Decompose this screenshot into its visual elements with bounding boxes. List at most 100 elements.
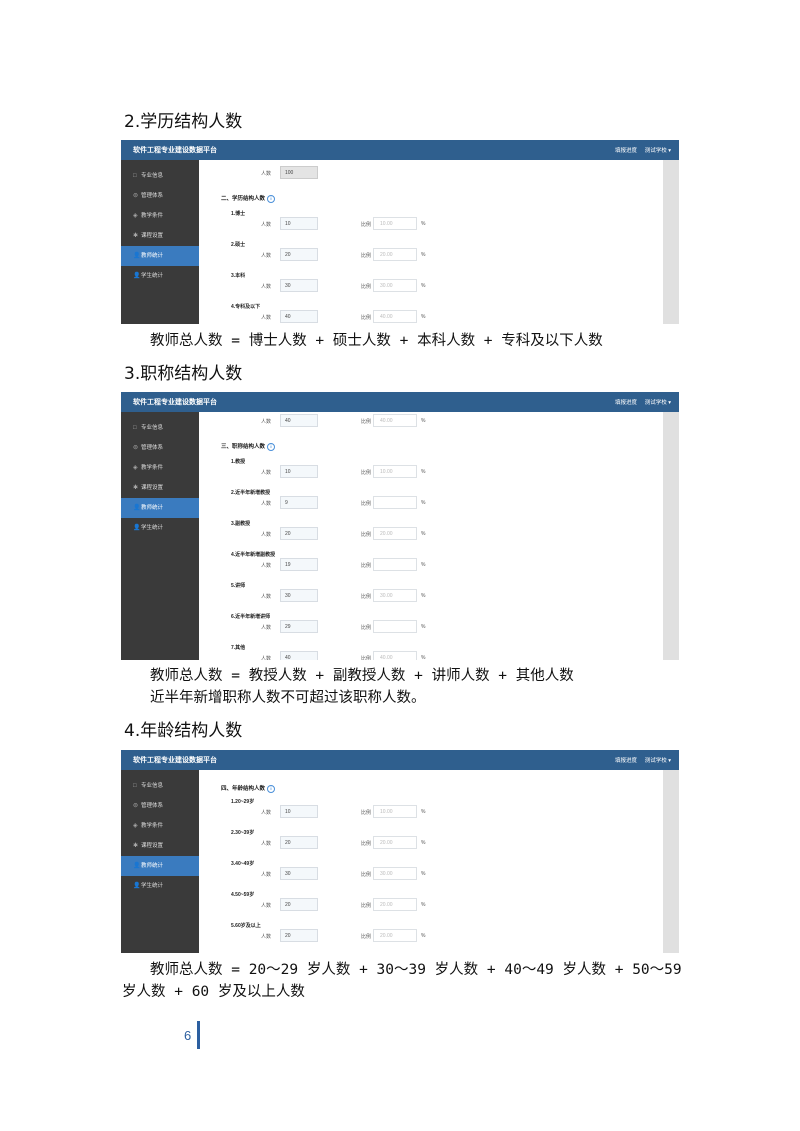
sidebar-item-teaching-conditions[interactable]: ◈ 教学条件 bbox=[121, 206, 199, 226]
count-input[interactable]: 40 bbox=[280, 310, 318, 323]
percent-sign: % bbox=[421, 418, 426, 424]
ratio-label: 比例 bbox=[361, 532, 372, 538]
sidebar-item-label: 课程设置 bbox=[141, 233, 164, 239]
count-label: 人数 bbox=[261, 501, 272, 507]
ratio-label: 比例 bbox=[361, 841, 372, 847]
percent-sign: % bbox=[421, 840, 426, 846]
percent-sign: % bbox=[421, 469, 426, 475]
form-content: 人数 100 二、学历结构人数 i 1.博士 人数 10 比例 10.00 % 2… bbox=[199, 160, 663, 324]
percent-sign: % bbox=[421, 933, 426, 939]
count-input[interactable]: 30 bbox=[280, 589, 318, 602]
row-title: 4.专科及以下 bbox=[231, 304, 261, 310]
percent-sign: % bbox=[421, 314, 426, 320]
sidebar-item-label: 教师统计 bbox=[141, 505, 164, 511]
count-input[interactable]: 20 bbox=[280, 836, 318, 849]
count-input[interactable]: 40 bbox=[280, 414, 318, 427]
sidebar-item-student-stats[interactable]: 👤学生统计 bbox=[121, 266, 199, 286]
ratio-field: 20.00 bbox=[373, 929, 417, 942]
note-title-limit: 近半年新增职称人数不可超过该职称人数。 bbox=[150, 690, 426, 706]
count-input[interactable]: 10 bbox=[280, 217, 318, 230]
count-label: 人数 bbox=[261, 419, 272, 425]
count-label: 人数 bbox=[261, 872, 272, 878]
ratio-label: 比例 bbox=[361, 625, 372, 631]
ratio-field: 10.00 bbox=[373, 217, 417, 230]
total-count-field: 100 bbox=[280, 166, 318, 179]
scrollbar[interactable] bbox=[663, 770, 679, 953]
ratio-field: 40.00 bbox=[373, 651, 417, 660]
formula-age-line2: 岁人数 + 60 岁及以上人数 bbox=[122, 984, 305, 1000]
location-icon: ◈ bbox=[133, 823, 138, 829]
app-brand: 软件工程专业建设数据平台 bbox=[133, 147, 217, 154]
user-icon: 👤 bbox=[133, 863, 141, 869]
ratio-label: 比例 bbox=[361, 222, 372, 228]
count-input[interactable]: 30 bbox=[280, 867, 318, 880]
count-input[interactable]: 20 bbox=[280, 248, 318, 261]
sidebar-item-courses[interactable]: ✱ 课程设置 bbox=[121, 836, 199, 856]
star-icon: ✱ bbox=[133, 485, 139, 491]
sidebar-item-student-stats[interactable]: 👤学生统计 bbox=[121, 876, 199, 896]
count-input[interactable]: 40 bbox=[280, 651, 318, 660]
count-input[interactable]: 20 bbox=[280, 898, 318, 911]
user-menu[interactable]: 测试学校 ▾ bbox=[645, 146, 671, 154]
percent-sign: % bbox=[421, 531, 426, 537]
sidebar-item-major-info[interactable]: □ 专业信息 bbox=[121, 166, 199, 186]
sidebar-item-label: 教师统计 bbox=[141, 253, 164, 259]
info-icon[interactable]: i bbox=[267, 784, 276, 793]
count-input[interactable]: 19 bbox=[280, 558, 318, 571]
ratio-label: 比例 bbox=[361, 501, 372, 507]
sidebar-item-teacher-stats[interactable]: 👤教师统计 bbox=[121, 246, 199, 266]
app-topbar: 软件工程专业建设数据平台 填报进度 测试学校 ▾ bbox=[121, 392, 679, 412]
app-topbar: 软件工程专业建设数据平台 填报进度 测试学校 ▾ bbox=[121, 140, 679, 160]
progress-link[interactable]: 填报进度 bbox=[615, 146, 637, 154]
count-input[interactable]: 10 bbox=[280, 465, 318, 478]
scrollbar[interactable] bbox=[663, 412, 679, 660]
count-input[interactable]: 29 bbox=[280, 620, 318, 633]
location-icon: ◈ bbox=[133, 213, 138, 219]
ratio-field: 40.00 bbox=[373, 414, 417, 427]
percent-sign: % bbox=[421, 624, 426, 630]
info-icon[interactable]: i bbox=[267, 442, 276, 451]
sidebar-item-management[interactable]: ⊜ 管理体系 bbox=[121, 186, 199, 206]
row-title: 5.60岁及以上 bbox=[231, 923, 261, 929]
ratio-label: 比例 bbox=[361, 903, 372, 909]
sidebar-item-teaching-conditions[interactable]: ◈ 教学条件 bbox=[121, 816, 199, 836]
count-input[interactable]: 10 bbox=[280, 805, 318, 818]
section-title-text: 二、学历结构人数 bbox=[221, 196, 266, 202]
count-input[interactable]: 9 bbox=[280, 496, 318, 509]
sidebar-item-management[interactable]: ⊜ 管理体系 bbox=[121, 796, 199, 816]
sidebar-item-major-info[interactable]: □ 专业信息 bbox=[121, 418, 199, 438]
count-input[interactable]: 20 bbox=[280, 929, 318, 942]
row-title: 1.教授 bbox=[231, 459, 246, 465]
progress-link[interactable]: 填报进度 bbox=[615, 398, 637, 406]
user-menu[interactable]: 测试学校 ▾ bbox=[645, 756, 671, 764]
sidebar-item-teaching-conditions[interactable]: ◈ 教学条件 bbox=[121, 458, 199, 478]
count-input[interactable]: 20 bbox=[280, 527, 318, 540]
percent-sign: % bbox=[421, 593, 426, 599]
list-icon: ⊜ bbox=[133, 445, 139, 451]
row-title: 4.近半年新增副教授 bbox=[231, 552, 276, 558]
scrollbar[interactable] bbox=[663, 160, 679, 324]
row-title: 2.30~39岁 bbox=[231, 830, 255, 836]
sidebar-item-courses[interactable]: ✱ 课程设置 bbox=[121, 226, 199, 246]
sidebar-item-teacher-stats[interactable]: 👤教师统计 bbox=[121, 856, 199, 876]
screenshot-professional-title: 软件工程专业建设数据平台 填报进度 测试学校 ▾ □ 专业信息 ⊜ 管理体系 ◈ 教学… bbox=[121, 392, 679, 660]
progress-link[interactable]: 填报进度 bbox=[615, 756, 637, 764]
sidebar-item-student-stats[interactable]: 👤学生统计 bbox=[121, 518, 199, 538]
sidebar-item-major-info[interactable]: □ 专业信息 bbox=[121, 776, 199, 796]
sidebar-item-teacher-stats[interactable]: 👤教师统计 bbox=[121, 498, 199, 518]
sidebar-item-management[interactable]: ⊜ 管理体系 bbox=[121, 438, 199, 458]
count-input[interactable]: 30 bbox=[280, 279, 318, 292]
ratio-label: 比例 bbox=[361, 934, 372, 940]
sidebar-item-label: 学生统计 bbox=[141, 883, 164, 889]
ratio-field: 20.00 bbox=[373, 898, 417, 911]
sidebar-item-label: 教学条件 bbox=[141, 823, 164, 829]
sidebar-item-label: 课程设置 bbox=[141, 843, 164, 849]
count-label: 人数 bbox=[261, 222, 272, 228]
sidebar-item-courses[interactable]: ✱ 课程设置 bbox=[121, 478, 199, 498]
percent-sign: % bbox=[421, 252, 426, 258]
row-title: 1.博士 bbox=[231, 211, 246, 217]
ratio-field: 30.00 bbox=[373, 867, 417, 880]
info-icon[interactable]: i bbox=[267, 194, 276, 203]
user-menu[interactable]: 测试学校 ▾ bbox=[645, 398, 671, 406]
count-label: 人数 bbox=[261, 625, 272, 631]
